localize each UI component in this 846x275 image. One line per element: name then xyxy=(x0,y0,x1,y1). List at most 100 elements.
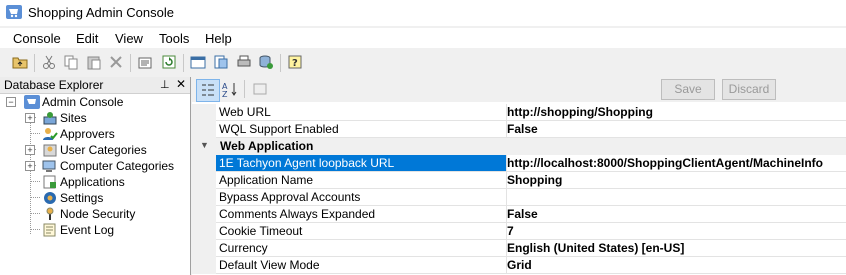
tree-item-node-security[interactable]: Node Security xyxy=(4,206,184,222)
property-name-text: Cookie Timeout xyxy=(219,224,303,238)
grid-gutter xyxy=(192,189,216,206)
property-name: Application Name xyxy=(216,172,507,188)
tree-item-event-log[interactable]: Event Log xyxy=(4,222,184,238)
property-value[interactable]: False xyxy=(507,122,538,136)
categorized-view-button[interactable] xyxy=(196,79,220,102)
property-row-currency[interactable]: Currency English (United States) [en-US] xyxy=(192,240,846,257)
tree-item-label: Event Log xyxy=(60,223,115,237)
folder-up-icon[interactable] xyxy=(12,54,28,70)
delete-icon[interactable] xyxy=(108,54,124,70)
property-name-text: Bypass Approval Accounts xyxy=(219,190,361,204)
sort-az-icon: AZ xyxy=(222,82,237,97)
settings-icon xyxy=(44,192,56,204)
property-row-cookie-timeout[interactable]: Cookie Timeout 7 xyxy=(192,223,846,240)
tree-item-applications[interactable]: Applications xyxy=(4,174,184,190)
tree-item-sites[interactable]: + Sites xyxy=(4,110,184,126)
tree-item-settings[interactable]: Settings xyxy=(4,190,184,206)
toolbar-separator xyxy=(280,54,281,72)
property-row-wql-support[interactable]: WQL Support Enabled False xyxy=(192,121,846,138)
tree-item-user-categories[interactable]: + User Categories xyxy=(4,142,184,158)
property-name: Cookie Timeout xyxy=(216,223,507,239)
property-pages-button[interactable] xyxy=(250,79,270,100)
collapse-icon[interactable]: − xyxy=(6,97,16,107)
property-row-bypass-approval[interactable]: Bypass Approval Accounts xyxy=(192,189,846,206)
collapse-category-icon[interactable]: ▼ xyxy=(200,140,209,150)
tree-item-label: Approvers xyxy=(60,127,115,141)
property-name: 1E Tachyon Agent loopback URL xyxy=(216,155,507,171)
toolbar-separator xyxy=(183,54,184,72)
expand-icon[interactable]: + xyxy=(25,161,35,171)
tree-item-admin-console[interactable]: − Admin Console xyxy=(4,94,184,110)
tree-item-label: Computer Categories xyxy=(60,159,175,173)
window-icon[interactable] xyxy=(190,54,206,70)
explorer-header: Database Explorer ⊥ ✕ xyxy=(0,77,190,94)
cut-icon[interactable] xyxy=(41,54,57,70)
property-row-tachyon-url[interactable]: 1E Tachyon Agent loopback URL http://loc… xyxy=(192,155,846,172)
print-icon[interactable] xyxy=(236,54,252,70)
grid-gutter xyxy=(192,223,216,240)
menu-tools[interactable]: Tools xyxy=(159,31,189,46)
paste-icon[interactable] xyxy=(86,54,102,70)
database-icon[interactable] xyxy=(258,54,274,70)
property-name-text: WQL Support Enabled xyxy=(219,122,339,136)
grid-gutter xyxy=(192,172,216,189)
categorized-icon xyxy=(202,84,214,96)
property-row-web-url[interactable]: Web URL http://shopping/Shopping xyxy=(192,104,846,121)
property-value[interactable]: http://shopping/Shopping xyxy=(507,105,653,119)
menu-help[interactable]: Help xyxy=(205,31,232,46)
tree-item-label: Admin Console xyxy=(42,95,124,109)
toolbar-separator xyxy=(130,54,131,72)
tree-item-label: User Categories xyxy=(60,143,147,157)
expand-icon[interactable]: + xyxy=(25,113,35,123)
cart-icon xyxy=(24,95,40,109)
tree-item-computer-categories[interactable]: + Computer Categories xyxy=(4,158,184,174)
alphabetical-view-button[interactable]: AZ xyxy=(220,79,240,100)
tree-item-label: Node Security xyxy=(60,207,136,221)
discard-button[interactable]: Discard xyxy=(722,79,776,100)
menu-view[interactable]: View xyxy=(115,31,143,46)
property-name: Bypass Approval Accounts xyxy=(216,189,507,205)
refresh-icon[interactable] xyxy=(161,54,177,70)
property-value[interactable]: Grid xyxy=(507,258,532,272)
window-title: Shopping Admin Console xyxy=(28,5,174,20)
menu-edit[interactable]: Edit xyxy=(76,31,98,46)
property-value[interactable]: http://localhost:8000/ShoppingClientAgen… xyxy=(507,156,823,170)
help-icon[interactable]: ? xyxy=(287,54,303,70)
main-toolbar: ? xyxy=(0,51,846,75)
applications-icon xyxy=(43,175,56,189)
property-row-comments-expanded[interactable]: Comments Always Expanded False xyxy=(192,206,846,223)
category-web-application[interactable]: ▼ Web Application xyxy=(192,138,846,155)
database-explorer-pane: Database Explorer ⊥ ✕ − Admin Console + … xyxy=(0,77,191,275)
property-row-default-view-mode[interactable]: Default View Mode Grid xyxy=(192,257,846,274)
property-row-application-name[interactable]: Application Name Shopping xyxy=(192,172,846,189)
copy-icon[interactable] xyxy=(63,54,79,70)
save-button[interactable]: Save xyxy=(661,79,715,100)
svg-text:Z: Z xyxy=(222,90,228,97)
sites-icon xyxy=(43,112,57,125)
property-value[interactable]: Shopping xyxy=(507,173,562,187)
approvers-icon xyxy=(43,128,58,140)
property-value[interactable]: False xyxy=(507,207,538,221)
grid-gutter xyxy=(192,257,216,274)
tree-item-label: Sites xyxy=(60,111,87,125)
menu-bar: Console Edit View Tools Help xyxy=(0,28,846,48)
tree-item-approvers[interactable]: Approvers xyxy=(4,126,184,142)
properties-icon[interactable] xyxy=(137,54,153,70)
event-log-icon xyxy=(43,223,56,237)
expand-icon[interactable]: + xyxy=(25,145,35,155)
user-categories-icon xyxy=(43,144,57,157)
property-name-text: Default View Mode xyxy=(219,258,320,272)
property-toolbar: AZ Save Discard xyxy=(192,77,846,102)
property-name-text: Comments Always Expanded xyxy=(219,207,376,221)
tree-item-label: Applications xyxy=(60,175,125,189)
cart-icon xyxy=(6,5,22,19)
property-value[interactable]: English (United States) [en-US] xyxy=(507,241,684,255)
svg-text:?: ? xyxy=(292,58,298,69)
export-icon[interactable] xyxy=(213,54,229,70)
close-icon[interactable]: ✕ xyxy=(176,77,186,91)
property-value[interactable]: 7 xyxy=(507,224,514,238)
menu-console[interactable]: Console xyxy=(13,31,61,46)
tree-item-label: Settings xyxy=(60,191,104,205)
property-name: Web URL xyxy=(216,104,507,120)
pin-icon[interactable]: ⊥ xyxy=(160,78,170,91)
